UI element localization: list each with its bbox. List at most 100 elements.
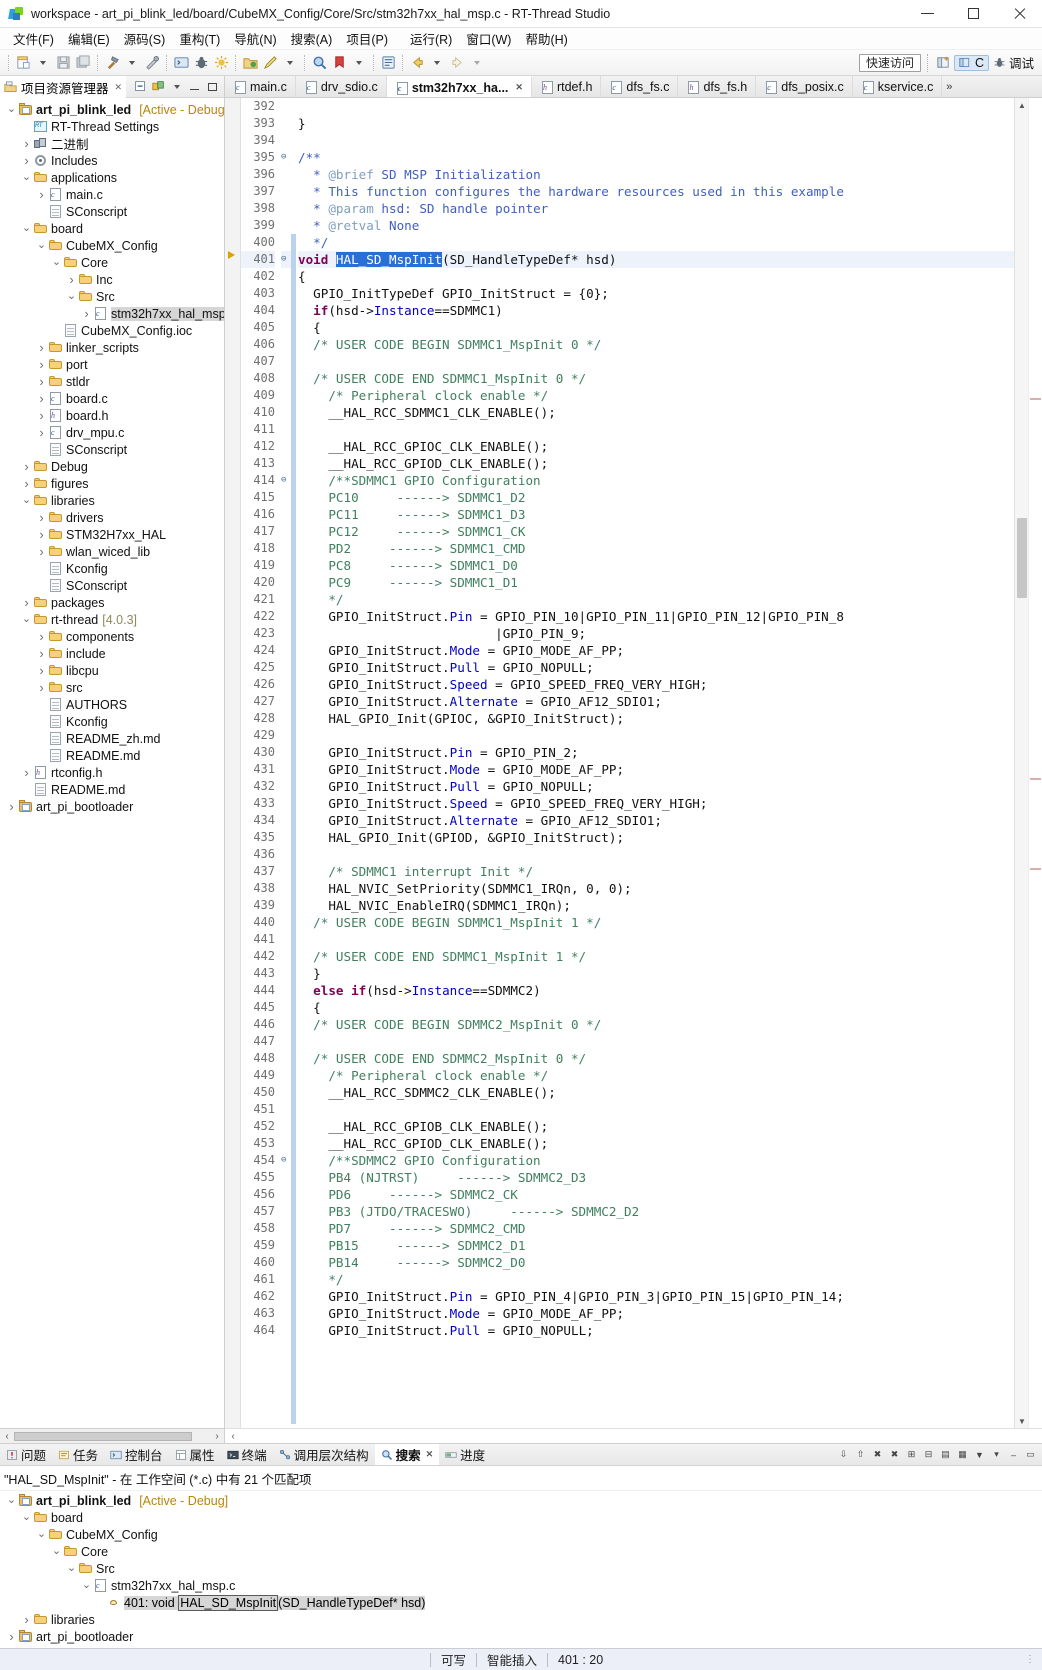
- menu-search[interactable]: 搜索(A): [284, 27, 340, 50]
- bottom-tab-tasks[interactable]: 任务: [52, 1444, 104, 1465]
- project-tree-item[interactable]: cmain.c: [0, 186, 224, 203]
- code-line[interactable]: HAL_GPIO_Init(GPIOD, &GPIO_InitStruct);: [298, 829, 1014, 846]
- code-line[interactable]: GPIO_InitTypeDef GPIO_InitStruct = {0};: [298, 285, 1014, 302]
- project-tree-item[interactable]: RT RT-Thread Settings: [0, 118, 224, 135]
- collapse-all-icon[interactable]: [133, 79, 148, 94]
- project-tree-item[interactable]: CubeMX_Config: [0, 237, 224, 254]
- code-line[interactable]: PB3 (JTDO/TRACESWO) ------> SDMMC2_D2: [298, 1203, 1014, 1220]
- fold-marker[interactable]: [281, 1186, 291, 1203]
- fold-marker[interactable]: [281, 608, 291, 625]
- code-line[interactable]: PB4 (NJTRST) ------> SDMMC2_D3: [298, 1169, 1014, 1186]
- code-line[interactable]: /* USER CODE BEGIN SDMMC1_MspInit 0 */: [298, 336, 1014, 353]
- twisty-collapsed-icon[interactable]: [20, 1613, 33, 1626]
- fold-marker[interactable]: [281, 1288, 291, 1305]
- twisty-expanded-icon[interactable]: [20, 222, 33, 235]
- build-dropdown-icon[interactable]: [122, 53, 142, 73]
- project-tree-item[interactable]: 二进制: [0, 135, 224, 152]
- search-toolbar-icon[interactable]: [309, 53, 329, 73]
- code-line[interactable]: /* USER CODE BEGIN SDMMC1_MspInit 1 */: [298, 914, 1014, 931]
- fold-marker[interactable]: [281, 693, 291, 710]
- editor-tab[interactable]: c drv_sdio.c: [296, 76, 387, 97]
- project-tree-item[interactable]: components: [0, 628, 224, 645]
- fold-marker[interactable]: [281, 98, 291, 115]
- fold-marker[interactable]: [281, 1169, 291, 1186]
- project-tree-item[interactable]: stldr: [0, 373, 224, 390]
- new-icon[interactable]: [13, 53, 33, 73]
- close-icon[interactable]: ✕: [115, 82, 123, 93]
- code-line[interactable]: /* Peripheral clock enable */: [298, 387, 1014, 404]
- project-tree-item[interactable]: Inc: [0, 271, 224, 288]
- fold-marker[interactable]: [281, 863, 291, 880]
- project-tree-item[interactable]: CubeMX_Config.ioc: [0, 322, 224, 339]
- fold-marker[interactable]: [281, 302, 291, 319]
- project-tree-item[interactable]: hrtconfig.h: [0, 764, 224, 781]
- fold-marker[interactable]: [281, 1203, 291, 1220]
- project-tree-item[interactable]: libcpu: [0, 662, 224, 679]
- code-line[interactable]: GPIO_InitStruct.Pull = GPIO_NOPULL;: [298, 1322, 1014, 1339]
- fold-marker[interactable]: [281, 421, 291, 438]
- remove-all-matches-icon[interactable]: ✖: [887, 1447, 902, 1462]
- menu-file[interactable]: 文件(F): [6, 27, 61, 50]
- show-previous-searches-icon[interactable]: ▼: [972, 1447, 987, 1462]
- fold-marker[interactable]: [281, 1322, 291, 1339]
- code-line[interactable]: */: [298, 234, 1014, 251]
- debug-bug-icon[interactable]: [191, 53, 211, 73]
- menu-help[interactable]: 帮助(H): [518, 27, 574, 50]
- code-line[interactable]: GPIO_InitStruct.Alternate = GPIO_AF12_SD…: [298, 812, 1014, 829]
- search-result-item[interactable]: 401: void HAL_SD_MspInit (SD_HandleTypeDe…: [0, 1594, 1042, 1611]
- code-line[interactable]: /* USER CODE END SDMMC2_MspInit 0 */: [298, 1050, 1014, 1067]
- run-current-search-icon[interactable]: ▤: [938, 1447, 953, 1462]
- close-icon[interactable]: ✕: [426, 1449, 434, 1460]
- bookmark-icon[interactable]: [329, 53, 349, 73]
- twisty-collapsed-icon[interactable]: [80, 307, 93, 320]
- pen-dropdown-icon[interactable]: [280, 53, 300, 73]
- code-line[interactable]: GPIO_InitStruct.Pull = GPIO_NOPULL;: [298, 659, 1014, 676]
- code-line[interactable]: /* USER CODE END SDMMC1_MspInit 0 */: [298, 370, 1014, 387]
- fold-marker[interactable]: [281, 931, 291, 948]
- twisty-collapsed-icon[interactable]: [35, 511, 48, 524]
- bottom-tab-properties[interactable]: 属性: [169, 1444, 221, 1465]
- code-line[interactable]: HAL_NVIC_SetPriority(SDMMC1_IRQn, 0, 0);: [298, 880, 1014, 897]
- scroll-left-icon[interactable]: ‹: [0, 1431, 14, 1442]
- project-tree-item[interactable]: Debug: [0, 458, 224, 475]
- close-button[interactable]: [996, 0, 1042, 28]
- pen-icon[interactable]: [260, 53, 280, 73]
- fold-marker[interactable]: [281, 1118, 291, 1135]
- fold-marker[interactable]: [281, 217, 291, 234]
- code-line[interactable]: /* SDMMC1 interrupt Init */: [298, 863, 1014, 880]
- forward-arrow-icon[interactable]: [447, 53, 467, 73]
- code-line[interactable]: [298, 353, 1014, 370]
- code-line[interactable]: [298, 98, 1014, 115]
- twisty-expanded-icon[interactable]: [50, 1545, 63, 1558]
- twisty-expanded-icon[interactable]: [35, 239, 48, 252]
- bottom-tab-progress[interactable]: 进度: [439, 1444, 491, 1465]
- project-tree-item[interactable]: Kconfig: [0, 713, 224, 730]
- run-sun-icon[interactable]: [211, 53, 231, 73]
- bottom-tab-problems[interactable]: 问题: [0, 1444, 52, 1465]
- fold-marker[interactable]: [281, 829, 291, 846]
- twisty-collapsed-icon[interactable]: [5, 1630, 18, 1643]
- twisty-collapsed-icon[interactable]: [35, 358, 48, 371]
- fold-marker[interactable]: [281, 1254, 291, 1271]
- maximize-view-icon[interactable]: [205, 79, 220, 94]
- search-result-item[interactable]: art_pi_bootloader: [0, 1628, 1042, 1645]
- editor-tab[interactable]: c stm32h7xx_ha... ✕: [386, 76, 532, 97]
- code-line[interactable]: GPIO_InitStruct.Alternate = GPIO_AF12_SD…: [298, 693, 1014, 710]
- code-line[interactable]: * @param hsd: SD handle pointer: [298, 200, 1014, 217]
- tab-project-explorer[interactable]: 项目资源管理器 ✕: [0, 75, 127, 98]
- code-line[interactable]: [298, 1101, 1014, 1118]
- search-result-item[interactable]: board: [0, 1509, 1042, 1526]
- terminal-icon[interactable]: [171, 53, 191, 73]
- twisty-collapsed-icon[interactable]: [35, 426, 48, 439]
- fold-marker[interactable]: [281, 897, 291, 914]
- minimize-view-icon[interactable]: –: [1006, 1447, 1021, 1462]
- forward-dropdown-icon[interactable]: [467, 53, 487, 73]
- fold-marker[interactable]: [281, 1220, 291, 1237]
- code-line[interactable]: PD7 ------> SDMMC2_CMD: [298, 1220, 1014, 1237]
- code-line[interactable]: |GPIO_PIN_9;: [298, 625, 1014, 642]
- code-line[interactable]: PC11 ------> SDMMC1_D3: [298, 506, 1014, 523]
- fold-marker[interactable]: [281, 999, 291, 1016]
- twisty-expanded-icon[interactable]: [5, 1494, 18, 1507]
- open-folder-icon[interactable]: [240, 53, 260, 73]
- menu-source[interactable]: 源码(S): [117, 27, 173, 50]
